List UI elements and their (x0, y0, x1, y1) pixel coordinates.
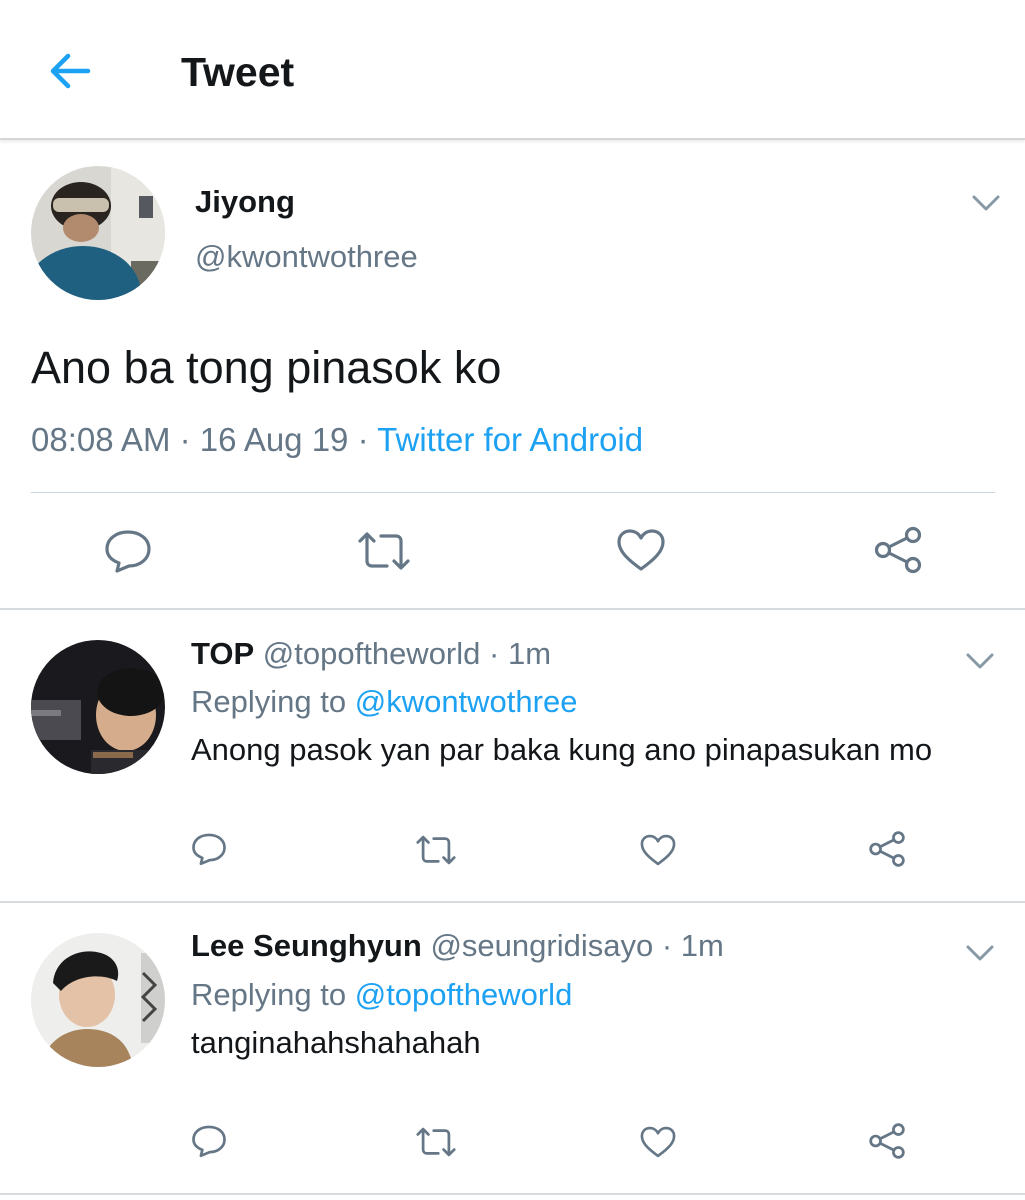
replying-to-label: Replying to (191, 684, 347, 719)
heart-icon (640, 1126, 676, 1158)
reply-header: TOP @topoftheworld · 1m (191, 636, 551, 672)
divider (0, 608, 1025, 610)
reply-button[interactable] (188, 1120, 230, 1162)
top-app-bar: Tweet (0, 0, 1025, 140)
tweet-time: 1m (680, 928, 724, 963)
speech-bubble-icon (105, 530, 151, 573)
share-icon (874, 526, 922, 574)
divider (31, 492, 995, 493)
arrow-left-icon (50, 53, 91, 89)
speech-bubble-icon (192, 1125, 226, 1158)
chevron-down-icon (966, 945, 994, 961)
divider (0, 901, 1025, 903)
tweet-menu-button[interactable] (966, 188, 1006, 218)
replying-to: Replying to @kwontwothree (191, 684, 577, 720)
author-handle[interactable]: @kwontwothree (195, 239, 418, 275)
author-handle[interactable]: @topoftheworld (263, 636, 481, 671)
mention-link[interactable]: @kwontwothree (355, 684, 578, 719)
tweet-menu-button[interactable] (960, 938, 1000, 968)
share-button[interactable] (864, 826, 910, 872)
speech-bubble-icon (192, 833, 226, 866)
retweet-button[interactable] (412, 1122, 460, 1162)
chevron-down-icon (966, 653, 994, 669)
tweet-source-link[interactable]: Twitter for Android (377, 421, 643, 458)
heart-icon (617, 529, 665, 571)
tweet-text: Ano ba tong pinasok ko (31, 342, 502, 393)
retweet-icon (416, 835, 456, 865)
tweet-text: Anong pasok yan par baka kung ano pinapa… (191, 732, 933, 767)
avatar[interactable] (31, 640, 165, 774)
divider (0, 1193, 1025, 1195)
heart-icon (640, 834, 676, 866)
mention-link[interactable]: @topoftheworld (355, 977, 573, 1012)
retweet-icon (358, 532, 410, 570)
avatar[interactable] (31, 933, 165, 1067)
tweet-time: 1m (507, 636, 552, 671)
tweet-menu-button[interactable] (960, 646, 1000, 676)
like-button[interactable] (612, 524, 670, 576)
meta-separator: · (170, 421, 200, 458)
share-icon (869, 1123, 905, 1159)
share-icon (869, 831, 905, 867)
tweet-date: 16 Aug 19 (199, 421, 349, 458)
author-name[interactable]: Jiyong (195, 184, 295, 220)
tweet-time: 08:08 AM (31, 421, 171, 458)
chevron-down-icon (972, 195, 1000, 211)
like-button[interactable] (636, 830, 680, 870)
tweet-metadata: 08:08 AM · 16 Aug 19 · Twitter for Andro… (31, 421, 643, 459)
author-name[interactable]: Lee Seunghyun (191, 928, 422, 963)
tweet-text: tanginahahshahahah (191, 1025, 481, 1060)
reply-header: Lee Seunghyun @seungridisayo · 1m (191, 928, 724, 964)
share-button[interactable] (864, 1118, 910, 1164)
author-handle[interactable]: @seungridisayo (430, 928, 653, 963)
reply-button[interactable] (188, 828, 230, 870)
dot-separator: · (661, 928, 673, 963)
retweet-button[interactable] (412, 830, 460, 870)
page-title: Tweet (181, 49, 295, 95)
back-button[interactable] (44, 48, 96, 94)
retweet-icon (416, 1127, 456, 1157)
meta-separator: · (348, 421, 378, 458)
author-name[interactable]: TOP (191, 636, 254, 671)
dot-separator: · (489, 636, 500, 671)
replying-to: Replying to @topoftheworld (191, 977, 572, 1013)
replying-to-label: Replying to (191, 977, 347, 1012)
avatar[interactable] (31, 166, 165, 300)
like-button[interactable] (636, 1122, 680, 1162)
share-button[interactable] (868, 522, 928, 578)
retweet-button[interactable] (354, 526, 414, 576)
reply-button[interactable] (100, 524, 156, 578)
